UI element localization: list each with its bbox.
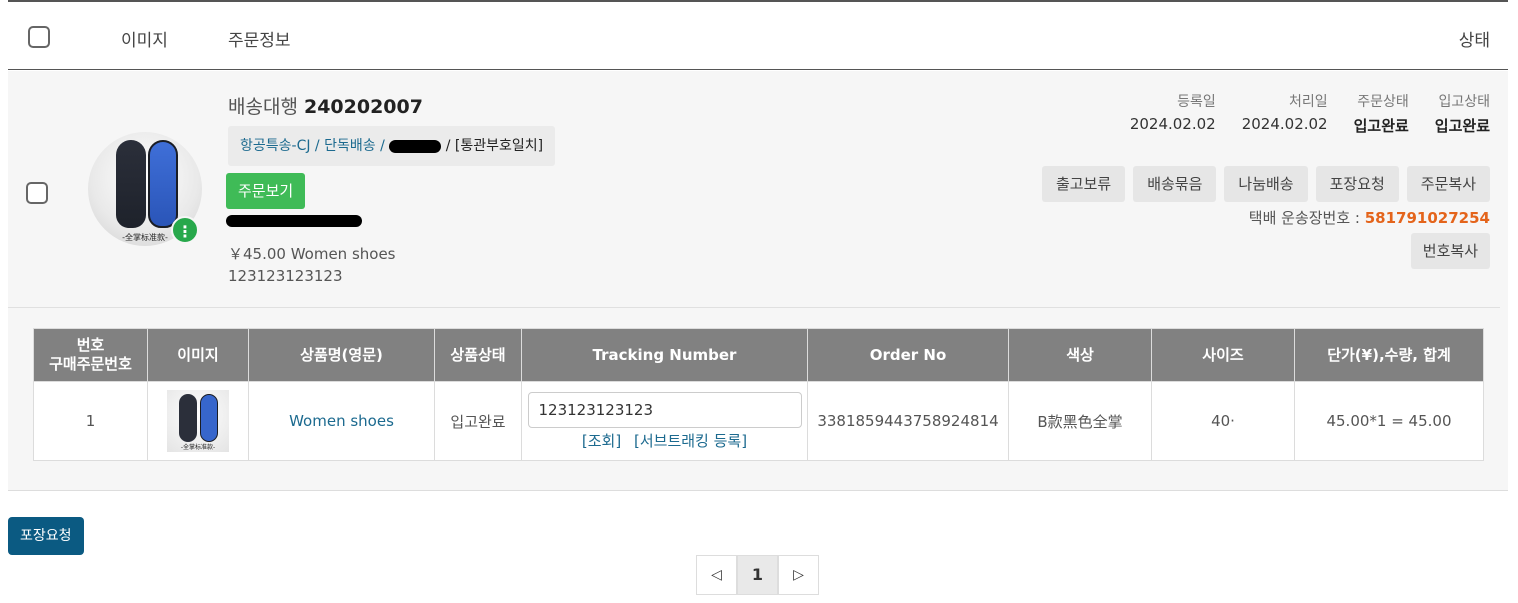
subtracking-link[interactable]: [서브트래킹 등록] xyxy=(634,432,747,450)
stock-status-label: 입고상태 xyxy=(1438,94,1490,110)
order-checkbox[interactable] xyxy=(26,182,48,204)
item-thumbnail[interactable]: -全掌标准款- xyxy=(167,390,229,452)
registered-value: 2024.02.02 xyxy=(1129,115,1216,133)
insole-right-shape xyxy=(148,140,178,228)
col-order-no: Order No xyxy=(807,328,1009,382)
order-dates: 등록일 2024.02.02 처리일 2024.02.02 주문상태 입고완료 … xyxy=(1104,91,1490,136)
processed-label: 처리일 xyxy=(1288,94,1328,110)
order-status-label: 주문상태 xyxy=(1357,94,1409,110)
cell-color: B款黑色全掌 xyxy=(1008,381,1152,461)
next-page-icon[interactable]: ▷ xyxy=(778,555,819,595)
order-card: -全掌标准款- ⋮ 배송대행 240202007 항공특송-CJ / 단독배송 … xyxy=(8,71,1508,491)
redacted-customer xyxy=(226,215,362,227)
processed-date: 처리일 2024.02.02 xyxy=(1242,91,1328,136)
order-title: 배송대행 240202007 xyxy=(228,92,423,119)
stock-status: 입고상태 입고완료 xyxy=(1435,91,1490,136)
items-table: 번호 구매주문번호 이미지 상품명(영문) 상품상태 Tracking Numbe… xyxy=(33,328,1484,461)
tracking-number-input[interactable]: 123123123123 xyxy=(527,391,802,428)
select-all-checkbox[interactable] xyxy=(28,26,50,48)
header-info-label: 주문정보 xyxy=(228,31,291,51)
split-shipping-button[interactable]: 나눔배송 xyxy=(1224,166,1308,202)
shipping-route: 항공특송-CJ / 단독배송 / / [통관부호일치] xyxy=(228,126,556,166)
insole-left-shape xyxy=(116,140,146,228)
lookup-link[interactable]: [조회] xyxy=(582,432,621,450)
order-tracking-line: 123123123123 xyxy=(228,267,343,285)
pagination: ◁ 1 ▷ xyxy=(696,555,819,595)
order-price-line: ￥45.00 Women shoes xyxy=(228,245,396,263)
order-number: 240202007 xyxy=(303,96,423,118)
view-order-button[interactable]: 주문보기 xyxy=(226,173,306,209)
tracking-links: [조회] [서브트래킹 등록] xyxy=(522,430,807,451)
pack-request-button[interactable]: 포장요청 xyxy=(8,517,84,555)
route-customs: / [통관부호일치] xyxy=(445,138,544,154)
cell-status: 입고완료 xyxy=(434,381,522,461)
packing-request-button[interactable]: 포장요청 xyxy=(1315,166,1399,202)
col-tracking: Tracking Number xyxy=(521,328,808,382)
col-price: 단가(¥),수량, 합계 xyxy=(1294,328,1484,382)
col-size: 사이즈 xyxy=(1151,328,1295,382)
header-status-label: 상태 xyxy=(1458,31,1490,51)
cell-image: -全掌标准款- xyxy=(147,381,249,461)
order-type: 배송대행 xyxy=(228,96,298,118)
cell-order-no: 3381859443758924814 xyxy=(807,381,1009,461)
more-options-icon[interactable]: ⋮ xyxy=(171,216,199,244)
col-status: 상품상태 xyxy=(434,328,522,382)
divider xyxy=(8,307,1500,308)
bundle-shipping-button[interactable]: 배송묶음 xyxy=(1133,166,1217,202)
col-name: 상품명(영문) xyxy=(248,328,435,382)
cell-product-name[interactable]: Women shoes xyxy=(248,381,435,461)
list-header: 이미지 주문정보 상태 xyxy=(8,2,1508,70)
cell-size: 40· xyxy=(1151,381,1295,461)
registered-date: 등록일 2024.02.02 xyxy=(1130,91,1216,136)
order-status-value: 입고완료 xyxy=(1353,117,1409,135)
stock-status-value: 입고완료 xyxy=(1434,117,1490,135)
col-number-line1: 번호 xyxy=(76,336,105,354)
page-1-button[interactable]: 1 xyxy=(737,555,778,595)
copy-number-button[interactable]: 번호복사 xyxy=(1410,233,1490,269)
prev-page-icon[interactable]: ◁ xyxy=(696,555,737,595)
col-color: 색상 xyxy=(1008,328,1152,382)
table-header-row: 번호 구매주문번호 이미지 상품명(영문) 상품상태 Tracking Numbe… xyxy=(33,328,1484,382)
col-number-line2: 구매주문번호 xyxy=(49,355,132,373)
waybill-info: 택배 운송장번호 : 581791027254 xyxy=(1249,207,1490,228)
copy-order-button[interactable]: 주문복사 xyxy=(1406,166,1490,202)
waybill-number[interactable]: 581791027254 xyxy=(1365,209,1490,227)
col-image: 이미지 xyxy=(147,328,249,382)
insole-left-shape xyxy=(179,394,197,442)
insole-right-shape xyxy=(200,394,218,442)
redacted-text xyxy=(389,139,442,153)
registered-label: 등록일 xyxy=(1177,94,1216,110)
processed-value: 2024.02.02 xyxy=(1241,115,1328,133)
item-thumbnail-caption: -全掌标准款- xyxy=(180,444,216,451)
hold-shipment-button[interactable]: 출고보류 xyxy=(1041,166,1126,202)
route-method: 항공특송-CJ / 단독배송 / xyxy=(240,138,385,154)
col-number: 번호 구매주문번호 xyxy=(33,328,148,382)
waybill-label: 택배 운송장번호 : xyxy=(1248,209,1365,227)
order-actions: 출고보류 배송묶음 나눔배송 포장요청 주문복사 xyxy=(1034,166,1490,202)
cell-tracking: 123123123123 [조회] [서브트래킹 등록] xyxy=(521,381,808,461)
header-image-label: 이미지 xyxy=(121,31,168,51)
cell-number: 1 xyxy=(33,381,148,461)
order-status: 주문상태 입고완료 xyxy=(1354,91,1409,136)
cell-price: 45.00*1 = 45.00 xyxy=(1294,381,1484,461)
table-row: 1 -全掌标准款- Women shoes 입고완료 123123123123 … xyxy=(33,381,1484,461)
